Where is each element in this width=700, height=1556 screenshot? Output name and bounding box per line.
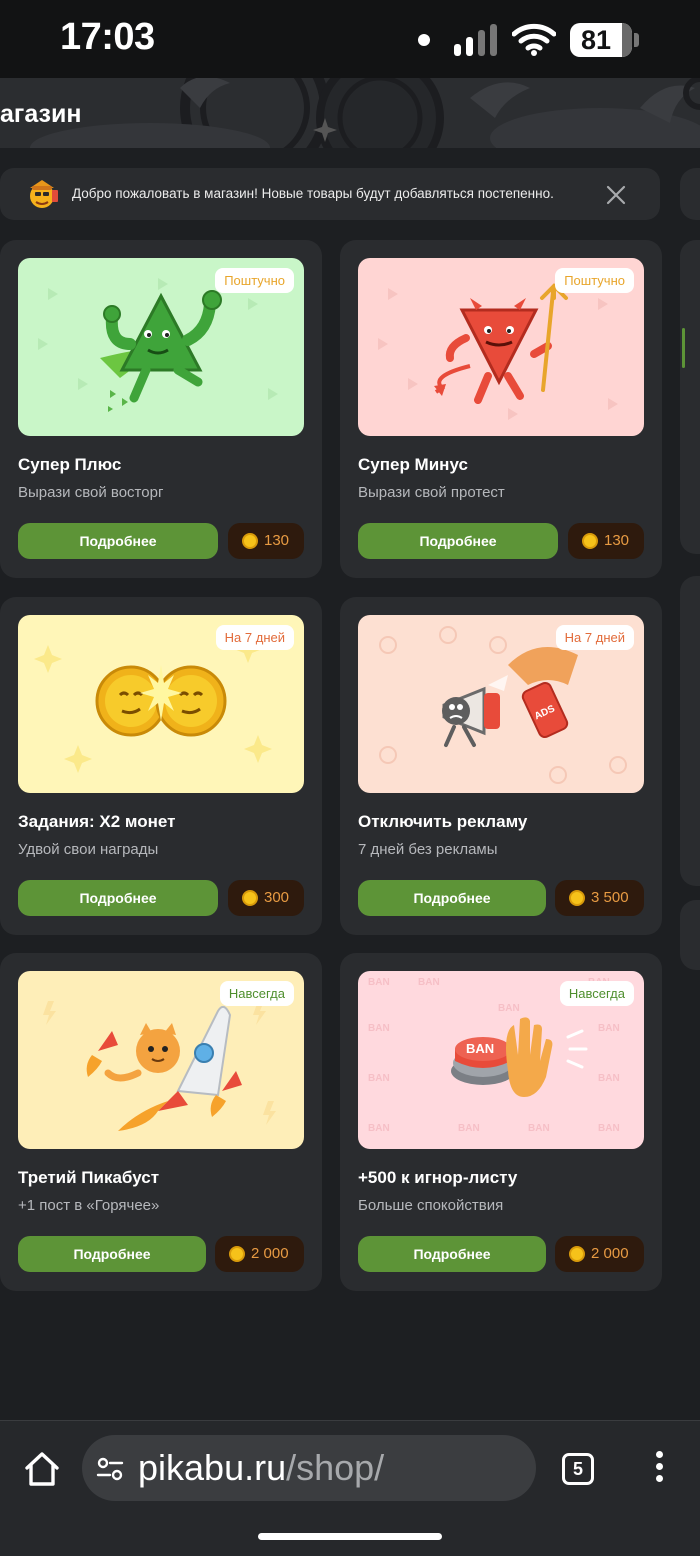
svg-text:BAN: BAN <box>458 1123 480 1134</box>
product-card[interactable]: Навсегда Третий Пикабуст +1 пост в «Горя… <box>0 953 322 1291</box>
battery-level: 81 <box>580 25 612 55</box>
details-button[interactable]: Подробнее <box>18 1236 206 1272</box>
product-description: Больше спокойствия <box>358 1197 504 1214</box>
svg-text:BAN: BAN <box>498 1003 520 1014</box>
product-image: На 7 дней <box>18 615 304 793</box>
url-host: pikabu.ru <box>138 1447 287 1488</box>
product-image: Поштучно <box>18 258 304 436</box>
svg-text:BAN: BAN <box>368 1023 390 1034</box>
url-text: pikabu.ru/shop/ <box>138 1447 384 1489</box>
product-description: 7 дней без рекламы <box>358 841 498 858</box>
offscreen-column <box>680 240 700 554</box>
notification-dot-icon <box>418 34 430 46</box>
more-menu-icon[interactable] <box>652 1451 666 1487</box>
svg-text:BAN: BAN <box>368 977 390 988</box>
product-title: +500 к игнор-листу <box>358 1168 518 1187</box>
coin-icon <box>242 533 258 549</box>
product-title: Задания: X2 монет <box>18 812 176 831</box>
gesture-home-indicator[interactable] <box>258 1533 442 1540</box>
coin-icon <box>242 890 258 906</box>
wifi-icon <box>512 23 556 56</box>
product-card[interactable]: ADS На 7 дней Отключить рекламу 7 дней б… <box>340 597 662 935</box>
signal-icon <box>454 24 497 56</box>
close-icon[interactable] <box>604 183 628 207</box>
header-decoration <box>30 78 700 148</box>
coin-icon <box>569 1246 585 1262</box>
product-badge: На 7 дней <box>215 625 294 650</box>
address-bar[interactable]: pikabu.ru/shop/ <box>82 1435 536 1501</box>
battery-icon: 81 <box>570 23 640 57</box>
coin-icon <box>582 533 598 549</box>
welcome-notice: Добро пожаловать в магазин! Новые товары… <box>0 168 660 220</box>
product-badge: Поштучно <box>215 268 294 293</box>
price-tag: 130 <box>228 523 304 559</box>
product-image: Навсегда <box>18 971 304 1149</box>
product-badge: На 7 дней <box>555 625 634 650</box>
mascot-icon <box>30 180 58 208</box>
price-value: 3 500 <box>591 889 629 906</box>
product-card[interactable]: На 7 дней Задания: X2 монет Удвой свои н… <box>0 597 322 935</box>
svg-text:BAN: BAN <box>598 1123 620 1134</box>
product-description: Удвой свои награды <box>18 841 159 858</box>
product-title: Супер Плюс <box>18 455 122 474</box>
product-card[interactable]: BAN BAN BAN BAN BAN BAN BAN BAN BAN BAN BAN BAN … <box>340 953 662 1291</box>
product-card[interactable]: Поштучно Супер Плюс Вырази свой восторг … <box>0 240 322 578</box>
svg-text:BAN: BAN <box>598 1023 620 1034</box>
product-card[interactable]: Поштучно Супер Минус Вырази свой протест… <box>340 240 662 578</box>
svg-text:BAN: BAN <box>368 1073 390 1084</box>
product-image: Поштучно <box>358 258 644 436</box>
coin-icon <box>229 1246 245 1262</box>
product-badge: Поштучно <box>555 268 634 293</box>
svg-text:BAN: BAN <box>368 1123 390 1134</box>
price-value: 130 <box>264 532 290 549</box>
price-tag: 2 000 <box>555 1236 644 1272</box>
product-image: BAN BAN BAN BAN BAN BAN BAN BAN BAN BAN BAN BAN … <box>358 971 644 1149</box>
notice-text: Добро пожаловать в магазин! Новые товары… <box>72 186 554 201</box>
details-button[interactable]: Подробнее <box>358 880 546 916</box>
price-tag: 3 500 <box>555 880 644 916</box>
product-badge: Навсегда <box>219 981 294 1006</box>
shop-header-banner: агазин <box>0 78 700 148</box>
svg-text:BAN: BAN <box>418 977 440 988</box>
price-tag: 2 000 <box>215 1236 304 1272</box>
price-value: 130 <box>604 532 630 549</box>
price-value: 300 <box>264 889 290 906</box>
url-path: /shop/ <box>286 1447 385 1488</box>
site-settings-icon[interactable] <box>96 1455 124 1483</box>
svg-text:BAN: BAN <box>466 1041 494 1056</box>
browser-toolbar: pikabu.ru/shop/ 5 <box>0 1420 700 1556</box>
status-bar: 17:03 81 <box>0 0 700 78</box>
details-button[interactable]: Подробнее <box>358 1236 546 1272</box>
details-button[interactable]: Подробнее <box>18 880 218 916</box>
offscreen-column <box>680 576 700 886</box>
status-time: 17:03 <box>60 16 155 58</box>
tabs-icon[interactable]: 5 <box>562 1453 594 1485</box>
product-description: Вырази свой протест <box>358 484 505 501</box>
details-button[interactable]: Подробнее <box>358 523 558 559</box>
coin-icon <box>569 890 585 906</box>
product-title: Отключить рекламу <box>358 812 528 831</box>
offscreen-column <box>680 900 700 970</box>
product-title: Супер Минус <box>358 455 468 474</box>
offscreen-column <box>680 168 700 220</box>
price-tag: 300 <box>228 880 304 916</box>
product-image: ADS На 7 дней <box>358 615 644 793</box>
page-title: агазин <box>0 100 82 128</box>
price-value: 2 000 <box>251 1245 289 1262</box>
product-title: Третий Пикабуст <box>18 1168 160 1187</box>
product-description: Вырази свой восторг <box>18 484 164 501</box>
details-button[interactable]: Подробнее <box>18 523 218 559</box>
svg-text:BAN: BAN <box>598 1073 620 1084</box>
price-tag: 130 <box>568 523 644 559</box>
product-description: +1 пост в «Горячее» <box>18 1197 160 1214</box>
price-value: 2 000 <box>591 1245 629 1262</box>
home-icon[interactable] <box>22 1449 62 1489</box>
product-badge: Навсегда <box>559 981 634 1006</box>
svg-text:BAN: BAN <box>528 1123 550 1134</box>
